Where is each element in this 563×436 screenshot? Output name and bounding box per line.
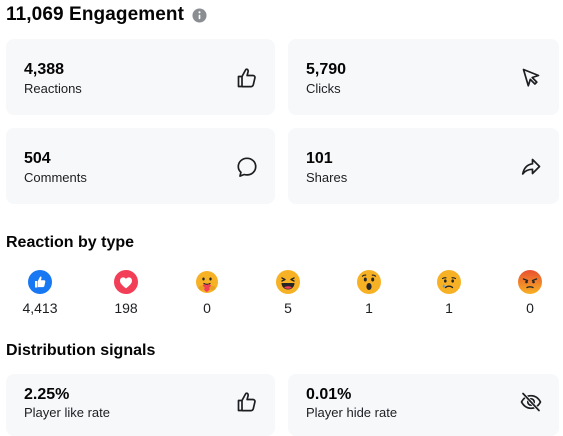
shares-card: 101 Shares <box>288 128 559 204</box>
like-rate-label: Player like rate <box>24 405 110 420</box>
shares-value: 101 <box>306 150 333 167</box>
reaction-by-type-title: Reaction by type <box>6 234 135 251</box>
comments-value: 504 <box>24 150 51 167</box>
wow-reaction-icon <box>357 270 381 294</box>
comments-card: 504 Comments <box>6 128 275 204</box>
hide-rate-value: 0.01% <box>306 386 352 403</box>
reaction-love: 198 <box>106 270 146 316</box>
share-icon <box>521 158 541 175</box>
comments-label: Comments <box>24 170 87 185</box>
engagement-header: 11,069 Engagement <box>6 3 207 27</box>
reactions-card: 4,388 Reactions <box>6 39 275 115</box>
hide-rate-label: Player hide rate <box>306 405 398 420</box>
shares-label: Shares <box>306 170 348 185</box>
info-icon[interactable] <box>192 7 207 23</box>
distribution-signals-title: Distribution signals <box>6 342 156 359</box>
care-reaction-icon <box>196 271 218 293</box>
reaction-count-haha: 5 <box>284 300 292 316</box>
reaction-angry: 0 <box>510 270 550 316</box>
reaction-count-love: 198 <box>114 300 138 316</box>
haha-reaction-icon <box>276 270 300 294</box>
reactions-value: 4,388 <box>24 61 65 78</box>
love-reaction-icon <box>114 270 138 294</box>
reaction-count-care: 0 <box>203 300 211 316</box>
reaction-like: 4,413 <box>20 270 60 316</box>
reaction-count-wow: 1 <box>365 300 373 316</box>
eye-off-icon <box>520 391 542 413</box>
reaction-count-angry: 0 <box>526 300 534 316</box>
hide-rate-card: 0.01% Player hide rate <box>288 374 559 436</box>
clicks-value: 5,790 <box>306 61 347 78</box>
angry-reaction-icon <box>518 270 542 294</box>
like-rate-value: 2.25% <box>24 386 70 403</box>
like-rate-card: 2.25% Player like rate <box>6 374 275 436</box>
reaction-count-like: 4,413 <box>22 300 58 316</box>
cursor-icon <box>522 68 540 87</box>
clicks-label: Clicks <box>306 81 341 96</box>
like-reaction-icon <box>28 270 52 294</box>
thumbs-up-icon <box>237 392 256 412</box>
clicks-card: 5,790 Clicks <box>288 39 559 115</box>
sad-reaction-icon <box>437 270 461 294</box>
engagement-title: 11,069 Engagement <box>6 4 185 25</box>
comment-icon <box>237 157 257 177</box>
reaction-count-sad: 1 <box>445 300 453 316</box>
reaction-care: 0 <box>187 270 227 316</box>
thumbs-up-icon <box>237 68 256 88</box>
reaction-sad: 1 <box>429 270 469 316</box>
reaction-haha: 5 <box>268 270 308 316</box>
reaction-wow: 1 <box>349 270 389 316</box>
reactions-label: Reactions <box>24 81 82 96</box>
